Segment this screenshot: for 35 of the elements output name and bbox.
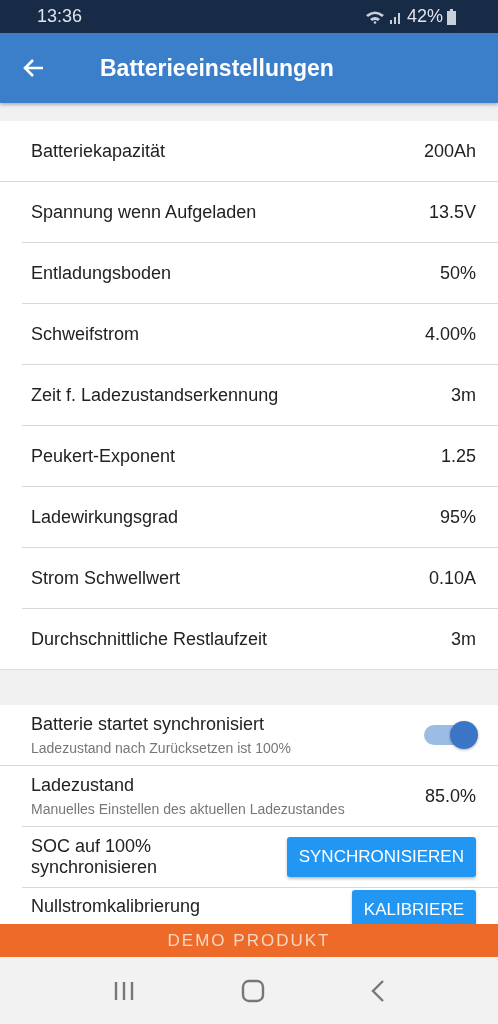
recent-apps-icon[interactable] [113, 980, 135, 1001]
setting-value: 3m [451, 384, 476, 406]
setting-label[interactable]: Zeit f. Ladezustandserkennung [31, 384, 279, 406]
back-icon[interactable] [371, 979, 385, 1002]
setting-label: Batterie startet synchronisiert [31, 714, 266, 735]
setting-label[interactable]: Batteriekapazität [31, 140, 166, 162]
setting-label[interactable]: Peukert-Exponent [31, 445, 176, 467]
clock: 13:36 [37, 6, 83, 27]
setting-label[interactable]: Strom Schwellwert [31, 567, 181, 589]
setting-description: Manuelles Einstellen des aktuellen Ladezustandes [31, 801, 345, 817]
setting-label: Ladezustand [31, 775, 136, 796]
battery-level: 42% [406, 6, 443, 27]
setting-label[interactable]: Entladungsboden [31, 262, 172, 284]
setting-label[interactable]: Spannung wenn Aufgeladen [31, 201, 257, 223]
setting-value: 4.00% [424, 323, 476, 345]
setting-label: SOC auf 100% synchronisieren [31, 836, 159, 878]
setting-value: 13.5V [428, 201, 476, 223]
screen-title: Batterieeinstellungen [100, 54, 334, 82]
battery-icon [447, 8, 456, 25]
setting-label[interactable]: Ladewirkungsgrad [31, 506, 179, 528]
setting-value: 85.0% [424, 785, 476, 807]
setting-value: 200Ah [423, 140, 476, 162]
setting-value: 50% [439, 262, 476, 284]
demo-banner: DEMO PRODUKT [0, 924, 498, 957]
setting-value: 95% [439, 506, 476, 528]
setting-label[interactable]: Durchschnittliche Restlaufzeit [31, 628, 268, 650]
setting-value: 0.10A [428, 567, 476, 589]
setting-description: Ladezustand nach Zurücksetzen ist 100% [31, 740, 291, 756]
wifi-icon [364, 9, 385, 24]
setting-value: 3m [451, 628, 476, 650]
back-arrow-icon[interactable] [22, 58, 44, 78]
setting-label: Nullstromkalibrierung [31, 896, 201, 917]
setting-label[interactable]: Schweifstrom [31, 323, 140, 345]
home-icon[interactable] [241, 978, 265, 1003]
setting-value: 1.25 [440, 445, 476, 467]
